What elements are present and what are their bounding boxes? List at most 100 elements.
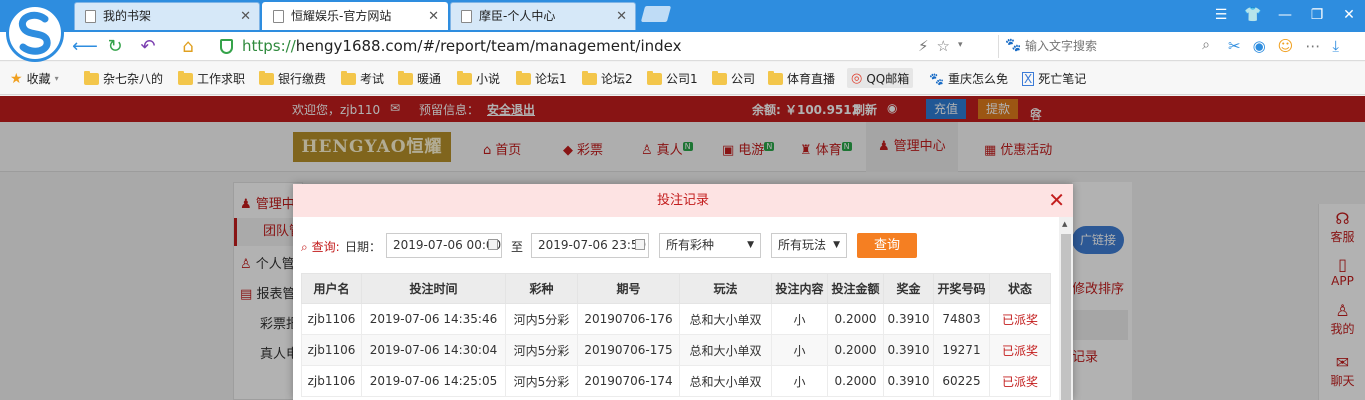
browser-logo (6, 4, 64, 62)
date-from-value: 2019-07-06 00:00 (393, 238, 502, 252)
star-icon[interactable]: ☆ (937, 37, 950, 55)
query-label: ⌕ 查询: (301, 238, 340, 255)
back-icon[interactable]: ⟵ (72, 35, 98, 59)
scissors-icon[interactable]: ✂ (1228, 37, 1241, 55)
folder-icon (582, 70, 597, 85)
toolbar-right: ✂ ◉ ☺ ⋯ ⤓ (1228, 37, 1339, 55)
download-icon[interactable]: ⤓ (1332, 37, 1339, 55)
lottery-select[interactable]: 所有彩种 ▼ (659, 233, 761, 258)
url-field[interactable]: https://hengy1688.com/#/report/team/mana… (216, 34, 996, 59)
bookmark-item[interactable]: 杂七杂八的 (84, 70, 163, 87)
column-header: 期号 (577, 273, 680, 304)
cell-bet-time: 2019-07-06 14:30:04 (361, 334, 506, 366)
cell-username: zjb1106 (301, 334, 362, 366)
bookmark-item[interactable]: 小说 (457, 70, 500, 87)
search-icon: ⌕ (301, 240, 308, 254)
bookmark-item[interactable]: 公司 (712, 70, 755, 87)
column-header: 奖金 (883, 273, 934, 304)
bookmark-item[interactable]: 公司1 (647, 70, 698, 87)
bookmark-item[interactable]: 银行缴费 (259, 70, 326, 87)
search-icon[interactable]: ⌕ (1202, 37, 1210, 53)
table-row[interactable]: zjb1106 2019-07-06 14:25:05 河内5分彩 201907… (301, 365, 1051, 397)
bookmark-item[interactable]: 论坛2 (582, 70, 633, 87)
chevron-down-icon: ▾ (54, 74, 59, 83)
bookmark-label: 公司1 (666, 72, 698, 86)
cell-draw-number: 60225 (933, 365, 990, 397)
close-icon[interactable]: ✕ (240, 3, 251, 30)
bookmark-favorites[interactable]: ★ 收藏 ▾ (10, 70, 59, 87)
cell-prize: 0.3910 (883, 365, 934, 397)
minimize-icon[interactable]: — (1269, 0, 1301, 30)
play-select[interactable]: 所有玩法 ▼ (771, 233, 847, 258)
tab-mochen[interactable]: 摩臣-个人中心 ✕ (450, 2, 636, 30)
cell-play: 总和大小单双 (679, 303, 772, 335)
chevron-down-icon: ▼ (747, 240, 754, 250)
bookmark-label: 重庆怎么免 (947, 72, 1008, 86)
bookmark-item[interactable]: 考试 (341, 70, 384, 87)
chevron-down-icon[interactable]: ▾ (958, 37, 963, 55)
modal-scrollbar[interactable]: ▲ (1059, 217, 1073, 400)
close-icon[interactable]: ✕ (616, 3, 627, 30)
skin-icon[interactable]: 👕 (1237, 0, 1269, 30)
folder-icon (712, 70, 727, 85)
bookmark-label: 小说 (476, 72, 501, 86)
browser-tab-strip: 我的书架 ✕ 恒耀娱乐-官方网站 ✕ 摩臣-个人中心 ✕ ☰ 👕 — ❐ ✕ (0, 0, 1365, 32)
address-actions: ⚡ ☆ ▾ (918, 37, 963, 55)
folder-icon (259, 70, 274, 85)
table-row[interactable]: zjb1106 2019-07-06 14:35:46 河内5分彩 201907… (301, 303, 1051, 335)
folder-icon (457, 70, 472, 85)
bookmark-label: 杂七杂八的 (103, 72, 164, 86)
menu-icon[interactable]: ☰ (1205, 0, 1237, 30)
calendar-icon[interactable] (635, 239, 645, 250)
query-label-text: 查询: (311, 240, 340, 254)
refresh-icon[interactable]: ↻ (103, 35, 127, 59)
cell-lottery: 河内5分彩 (505, 303, 578, 335)
bookmark-label: 银行缴费 (278, 72, 327, 86)
cell-draw-number: 19271 (933, 334, 990, 366)
cell-content: 小 (771, 334, 828, 366)
bookmark-item[interactable]: 论坛1 (516, 70, 567, 87)
undo-icon[interactable]: ↶ (136, 35, 160, 59)
restore-icon[interactable]: ❐ (1301, 0, 1333, 30)
query-button[interactable]: 查询 (857, 233, 917, 258)
bookmark-item[interactable]: ◎ QQ邮箱 (847, 68, 914, 88)
bookmark-item[interactable]: X 死亡笔记 (1022, 70, 1086, 87)
column-header: 投注内容 (771, 273, 828, 304)
screenshot-icon[interactable]: ◉ (1253, 37, 1266, 55)
lightning-icon[interactable]: ⚡ (918, 37, 929, 55)
tab-hengyao[interactable]: 恒耀娱乐-官方网站 ✕ (262, 2, 448, 30)
search-input[interactable] (1025, 37, 1185, 55)
scroll-up-icon[interactable]: ▲ (1062, 220, 1067, 228)
tab-title: 我的书架 (103, 9, 152, 23)
column-header: 玩法 (679, 273, 772, 304)
folder-icon (516, 70, 531, 85)
folder-icon (84, 70, 99, 85)
column-header: 投注时间 (361, 273, 506, 304)
bookmark-label: 暖通 (417, 72, 442, 86)
table-row[interactable]: zjb1106 2019-07-06 14:30:04 河内5分彩 201907… (301, 334, 1051, 366)
smile-icon[interactable]: ☺ (1278, 37, 1294, 55)
new-tab-button[interactable] (640, 6, 672, 22)
cell-play: 总和大小单双 (679, 334, 772, 366)
bookmark-item[interactable]: 工作求职 (178, 70, 245, 87)
close-icon[interactable]: ✕ (1048, 184, 1065, 217)
bookmark-item[interactable]: 🐾 重庆怎么免 (929, 70, 1008, 87)
date-to-input[interactable]: 2019-07-06 23:59 (531, 233, 649, 258)
close-window-icon[interactable]: ✕ (1333, 0, 1365, 30)
modal-title: 投注记录 (656, 193, 709, 208)
calendar-icon[interactable] (488, 239, 498, 250)
tab-title: 摩臣-个人中心 (479, 9, 556, 23)
bookmark-item[interactable]: 体育直播 (768, 70, 835, 87)
folder-icon (768, 70, 783, 85)
close-icon[interactable]: ✕ (428, 3, 439, 30)
more-icon[interactable]: ⋯ (1305, 37, 1320, 55)
tab-bookshelf[interactable]: 我的书架 ✕ (74, 2, 260, 30)
to-label: 至 (511, 240, 524, 254)
address-bar: ⟵ ↻ ↶ ⌂ https://hengy1688.com/#/report/t… (0, 32, 1365, 61)
scrollbar-thumb[interactable] (1061, 234, 1071, 400)
column-header: 用户名 (301, 273, 362, 304)
home-icon[interactable]: ⌂ (176, 35, 200, 59)
bookmark-label: 体育直播 (787, 72, 836, 86)
bookmark-item[interactable]: 暖通 (398, 70, 441, 87)
date-from-input[interactable]: 2019-07-06 00:00 (386, 233, 502, 258)
